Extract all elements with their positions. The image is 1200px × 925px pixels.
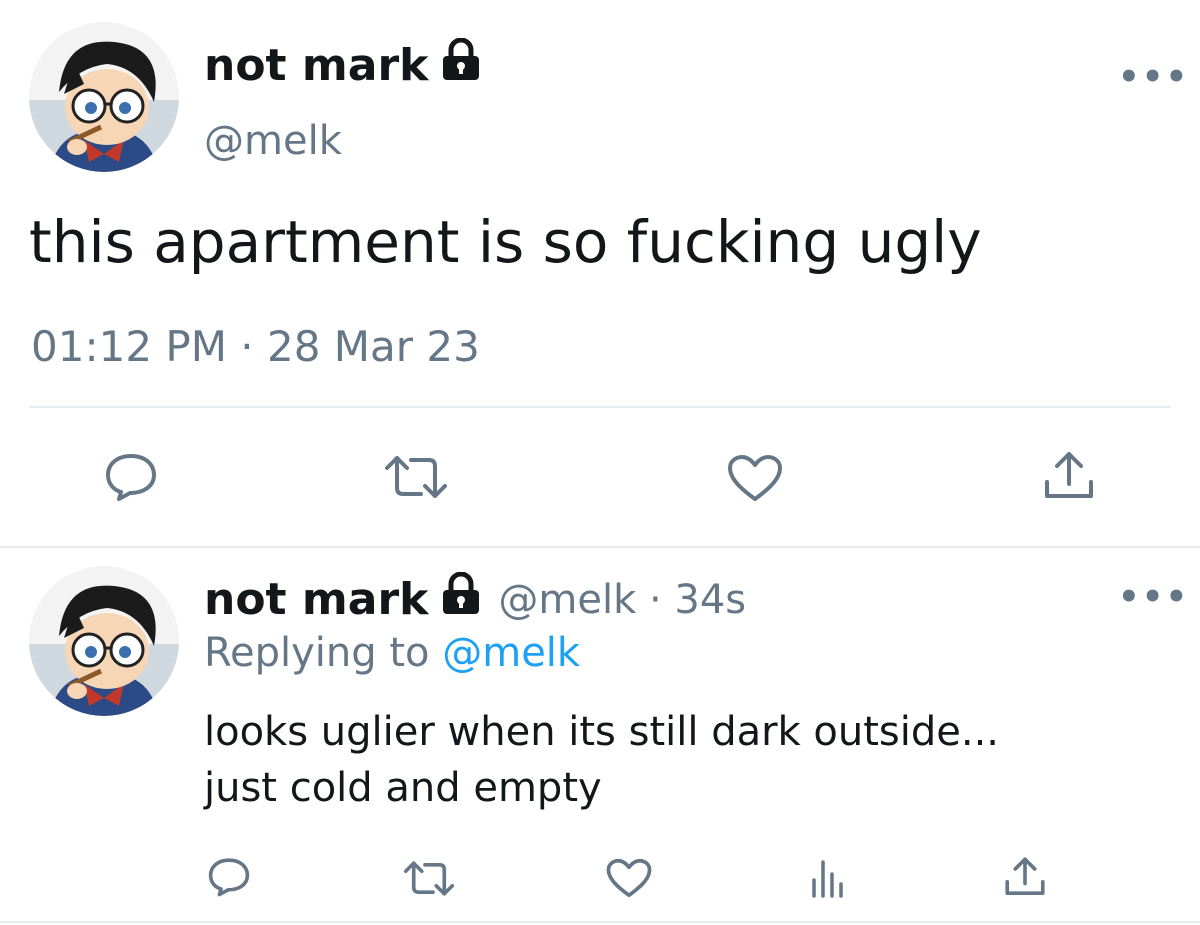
replying-to: Replying to @melk	[204, 630, 580, 676]
lock-icon	[440, 37, 482, 93]
like-icon[interactable]	[727, 454, 783, 502]
avatar[interactable]	[29, 22, 179, 172]
tweet-text-line: just cold and empty	[204, 765, 602, 811]
share-icon[interactable]	[1043, 450, 1095, 502]
handle[interactable]: @melk	[204, 118, 342, 164]
retweet-icon[interactable]	[385, 454, 447, 500]
more-options-icon[interactable]: •••	[1118, 60, 1189, 94]
like-icon[interactable]	[606, 858, 652, 898]
divider	[0, 546, 1200, 548]
retweet-icon[interactable]	[404, 860, 454, 897]
more-options-icon[interactable]: •••	[1118, 580, 1189, 614]
replying-to-handle[interactable]: @melk	[442, 630, 580, 676]
replying-to-label: Replying to	[204, 630, 430, 676]
divider	[0, 921, 1200, 923]
reply-icon[interactable]	[207, 857, 251, 897]
reply-icon[interactable]	[104, 452, 158, 502]
lock-icon	[440, 571, 482, 627]
display-name[interactable]: not mark	[204, 571, 482, 627]
divider	[29, 406, 1171, 408]
display-name-text[interactable]: not mark	[204, 574, 428, 625]
display-name-text[interactable]: not mark	[204, 40, 428, 91]
handle-and-time[interactable]: @melk · 34s	[498, 577, 746, 623]
display-name[interactable]: not mark	[204, 37, 482, 93]
analytics-icon[interactable]	[808, 858, 848, 898]
tweet-text-line: looks uglier when its still dark outside…	[204, 709, 1000, 755]
tweet-text: this apartment is so fucking ugly	[29, 208, 982, 276]
tweet-text: looks uglier when its still dark outside…	[204, 704, 999, 816]
reply-header: not mark @melk · 34s	[204, 571, 746, 627]
share-icon[interactable]	[1004, 856, 1046, 898]
tweet-timestamp[interactable]: 01:12 PM · 28 Mar 23	[31, 322, 480, 371]
avatar[interactable]	[29, 566, 179, 716]
